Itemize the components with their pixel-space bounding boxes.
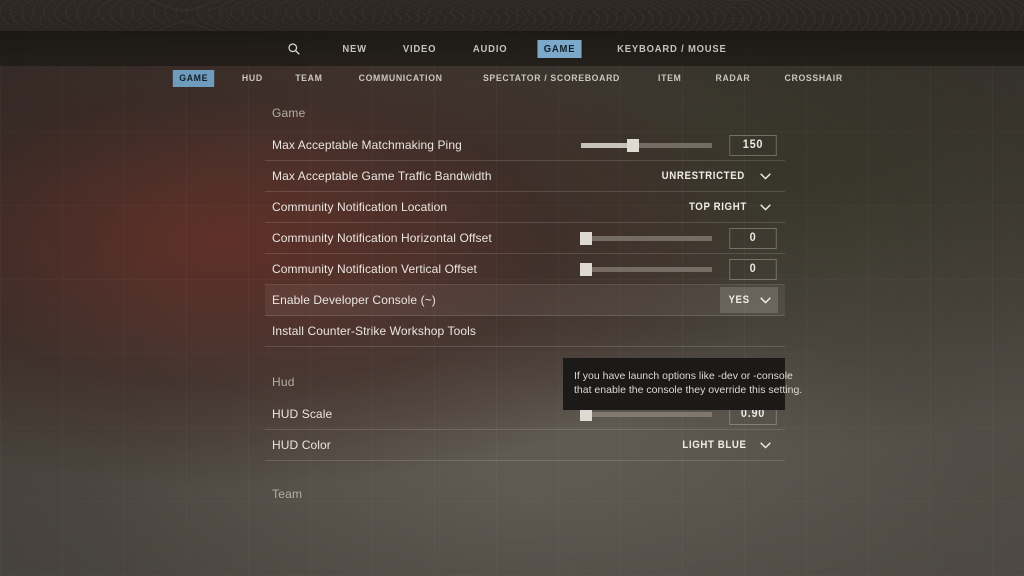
tooltip-line-1: If you have launch options like -dev or … bbox=[574, 370, 793, 382]
setting-label: Community Notification Vertical Offset bbox=[272, 262, 477, 276]
setting-row-traffic-bandwidth[interactable]: Max Acceptable Game Traffic Bandwidth UN… bbox=[265, 161, 785, 192]
traffic-bandwidth-dropdown[interactable]: UNRESTRICTED bbox=[649, 163, 778, 189]
setting-label: Max Acceptable Game Traffic Bandwidth bbox=[272, 169, 492, 183]
slider-track bbox=[580, 262, 712, 276]
subtab-game[interactable]: GAME bbox=[173, 69, 215, 87]
setting-row-workshop-tools[interactable]: Install Counter-Strike Workshop Tools bbox=[265, 316, 785, 347]
setting-row-notification-vertical-offset[interactable]: Community Notification Vertical Offset 0 bbox=[265, 254, 785, 285]
setting-label: HUD Color bbox=[272, 438, 331, 452]
developer-console-tooltip: If you have launch options like -dev or … bbox=[563, 358, 803, 410]
category-tab-keyboard-mouse[interactable]: KEYBOARD / MOUSE bbox=[610, 40, 732, 58]
subtab-item[interactable]: ITEM bbox=[652, 70, 688, 87]
section-header-team: Team bbox=[272, 487, 303, 501]
matchmaking-ping-slider[interactable] bbox=[581, 133, 712, 157]
search-icon[interactable] bbox=[285, 40, 303, 58]
settings-category-nav: NEW VIDEO AUDIO GAME KEYBOARD / MOUSE bbox=[0, 31, 1024, 66]
chevron-down-icon bbox=[760, 203, 771, 210]
subtab-team[interactable]: TEAM bbox=[289, 70, 329, 87]
slider-handle[interactable] bbox=[580, 262, 593, 276]
subtab-radar[interactable]: RADAR bbox=[709, 70, 757, 87]
dropdown-value: LIGHT BLUE bbox=[682, 439, 747, 451]
slider-handle[interactable] bbox=[580, 231, 593, 245]
topbar-topographic-texture bbox=[0, 0, 1024, 31]
matchmaking-ping-value[interactable]: 150 bbox=[729, 134, 777, 156]
tooltip-line-2: that enable the console they override th… bbox=[574, 384, 803, 397]
slider-track bbox=[581, 138, 712, 152]
notification-horizontal-offset-slider[interactable] bbox=[580, 226, 712, 250]
settings-panel: Game Max Acceptable Matchmaking Ping 150… bbox=[265, 100, 785, 511]
chevron-down-icon bbox=[760, 172, 771, 179]
category-tab-game[interactable]: GAME bbox=[537, 39, 583, 58]
setting-row-notification-horizontal-offset[interactable]: Community Notification Horizontal Offset… bbox=[265, 223, 785, 254]
subtab-communication[interactable]: COMMUNICATION bbox=[352, 70, 449, 87]
subtab-crosshair[interactable]: CROSSHAIR bbox=[779, 70, 850, 87]
developer-console-dropdown[interactable]: YES bbox=[719, 287, 778, 313]
top-bar bbox=[0, 0, 1024, 31]
setting-row-matchmaking-ping[interactable]: Max Acceptable Matchmaking Ping 150 bbox=[265, 130, 785, 161]
setting-label: Max Acceptable Matchmaking Ping bbox=[272, 138, 462, 152]
setting-row-notification-location[interactable]: Community Notification Location TOP RIGH… bbox=[265, 192, 785, 223]
section-header-game: Game bbox=[272, 106, 306, 120]
setting-label: Enable Developer Console (~) bbox=[272, 293, 436, 307]
setting-row-hud-color[interactable]: HUD Color LIGHT BLUE bbox=[265, 430, 785, 461]
slider-track bbox=[580, 231, 712, 245]
category-tab-new[interactable]: NEW bbox=[336, 40, 373, 58]
slider-handle[interactable] bbox=[627, 138, 640, 152]
slider-track bbox=[580, 407, 712, 421]
category-tab-audio[interactable]: AUDIO bbox=[467, 40, 514, 58]
category-tab-video[interactable]: VIDEO bbox=[396, 40, 442, 58]
chevron-down-icon bbox=[760, 441, 771, 448]
setting-row-developer-console[interactable]: Enable Developer Console (~) YES bbox=[265, 285, 785, 316]
subtab-spectator-scoreboard[interactable]: SPECTATOR / SCOREBOARD bbox=[477, 70, 627, 87]
notification-vertical-offset-value[interactable]: 0 bbox=[729, 258, 777, 280]
slider-fill bbox=[581, 142, 634, 148]
setting-label: HUD Scale bbox=[272, 407, 333, 421]
cs-settings-screen: INVENTORY LOADOUT PLAY NEWS NEW VIDEO AU… bbox=[0, 0, 1024, 576]
dropdown-value: TOP RIGHT bbox=[689, 201, 748, 213]
subtab-hud[interactable]: HUD bbox=[235, 70, 269, 87]
setting-label: Community Notification Location bbox=[272, 200, 448, 214]
chevron-down-icon bbox=[760, 296, 771, 303]
dropdown-value: YES bbox=[728, 294, 750, 306]
dropdown-value: UNRESTRICTED bbox=[662, 170, 746, 182]
notification-location-dropdown[interactable]: TOP RIGHT bbox=[678, 194, 778, 220]
notification-horizontal-offset-value[interactable]: 0 bbox=[729, 227, 777, 249]
setting-label: Install Counter-Strike Workshop Tools bbox=[272, 324, 477, 338]
notification-vertical-offset-slider[interactable] bbox=[580, 257, 712, 281]
hud-color-dropdown[interactable]: LIGHT BLUE bbox=[671, 432, 778, 458]
setting-label: Community Notification Horizontal Offset bbox=[272, 231, 492, 245]
settings-subtab-nav: GAME HUD TEAM COMMUNICATION SPECTATOR / … bbox=[0, 66, 1024, 90]
